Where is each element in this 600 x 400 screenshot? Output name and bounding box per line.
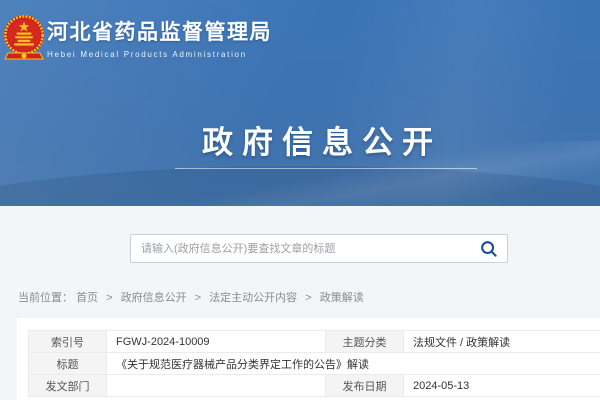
topic-category-label: 主题分类 bbox=[326, 331, 404, 353]
breadcrumb: 当前位置： 首页 > 政府信息公开 > 法定主动公开内容 > 政策解读 bbox=[18, 289, 364, 305]
banner-title: 政府信息公开 bbox=[22, 117, 600, 162]
breadcrumb-separator: > bbox=[106, 292, 112, 304]
breadcrumb-item-statutory-disclosure[interactable]: 法定主动公开内容 bbox=[209, 292, 297, 304]
national-emblem-icon bbox=[2, 8, 46, 62]
document-info-card: 索引号 FGWJ-2024-10009 主题分类 法规文件 / 政策解读 标题 … bbox=[17, 318, 600, 400]
publish-date-label: 发布日期 bbox=[326, 375, 404, 397]
index-number-label: 索引号 bbox=[29, 331, 107, 353]
page-header: 河北省药品监督管理局 Hebei Medical Products Admini… bbox=[0, 0, 600, 206]
document-info-table: 索引号 FGWJ-2024-10009 主题分类 法规文件 / 政策解读 标题 … bbox=[28, 330, 600, 397]
search-icon bbox=[480, 240, 498, 258]
publish-date-value: 2024-05-13 bbox=[404, 375, 600, 397]
issuing-department-label: 发文部门 bbox=[29, 375, 107, 397]
breadcrumb-item-home[interactable]: 首页 bbox=[76, 292, 98, 304]
table-row: 标题 《关于规范医疗器械产品分类界定工作的公告》解读 bbox=[29, 353, 600, 375]
index-number-value: FGWJ-2024-10009 bbox=[107, 331, 326, 353]
search-button[interactable] bbox=[477, 235, 507, 262]
doc-title-label: 标题 bbox=[29, 353, 107, 375]
topic-category-value: 法规文件 / 政策解读 bbox=[404, 331, 600, 353]
agency-name-en: Hebei Medical Products Administration bbox=[47, 50, 272, 59]
table-row: 索引号 FGWJ-2024-10009 主题分类 法规文件 / 政策解读 bbox=[29, 331, 600, 353]
issuing-department-value bbox=[107, 375, 326, 397]
agency-title-block: 河北省药品监督管理局 Hebei Medical Products Admini… bbox=[47, 16, 272, 59]
banner-underline bbox=[175, 168, 477, 169]
breadcrumb-separator: > bbox=[195, 292, 201, 304]
breadcrumb-label: 当前位置： bbox=[18, 292, 73, 304]
search-box bbox=[130, 234, 508, 263]
breadcrumb-item-info-disclosure[interactable]: 政府信息公开 bbox=[121, 292, 187, 304]
breadcrumb-item-policy-interpretation[interactable]: 政策解读 bbox=[320, 292, 364, 304]
breadcrumb-separator: > bbox=[305, 292, 311, 304]
table-row: 发文部门 发布日期 2024-05-13 bbox=[29, 375, 600, 397]
agency-name-zh: 河北省药品监督管理局 bbox=[47, 16, 272, 46]
search-input[interactable] bbox=[131, 235, 477, 262]
doc-title-value: 《关于规范医疗器械产品分类界定工作的公告》解读 bbox=[107, 353, 600, 375]
